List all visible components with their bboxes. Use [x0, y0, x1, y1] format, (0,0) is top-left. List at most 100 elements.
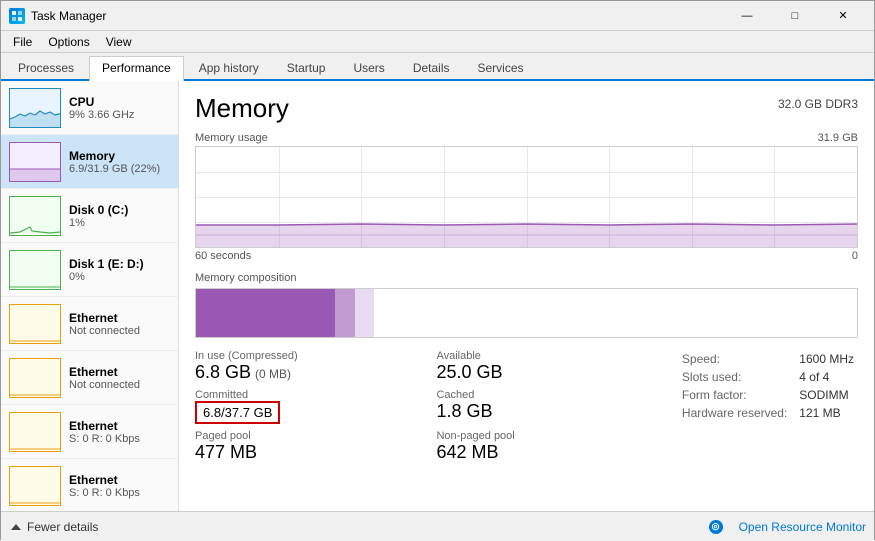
- window-title: Task Manager: [31, 9, 106, 23]
- disk1-usage: 0%: [69, 271, 144, 283]
- stat-inuse: In use (Compressed) 6.8 GB (0 MB): [195, 350, 416, 383]
- available-value: 25.0 GB: [436, 362, 657, 383]
- speed-label: Speed:: [678, 350, 795, 368]
- sidebar-item-eth2[interactable]: Ethernet Not connected: [1, 351, 178, 405]
- stats-grid: In use (Compressed) 6.8 GB (0 MB) Availa…: [195, 350, 658, 463]
- chart-label-row: Memory usage 31.9 GB: [195, 132, 858, 144]
- sidebar-item-memory[interactable]: Memory 6.9/31.9 GB (22%): [1, 135, 178, 189]
- in-use-label: In use (Compressed): [195, 350, 416, 362]
- chart-time-row: 60 seconds 0: [195, 250, 858, 262]
- comp-inuse: [196, 289, 335, 337]
- committed-label: Committed: [195, 389, 416, 401]
- content-header: Memory 32.0 GB DDR3: [195, 93, 858, 124]
- in-use-sub: (0 MB): [255, 367, 291, 381]
- eth2-sidebar-text: Ethernet Not connected: [69, 365, 140, 391]
- cpu-thumbnail: [9, 88, 61, 128]
- disk1-label: Disk 1 (E: D:): [69, 257, 144, 271]
- stat-row-form: Form factor: SODIMM: [678, 386, 858, 404]
- memory-composition-section: Memory composition: [195, 272, 858, 338]
- menu-bar: File Options View: [1, 31, 874, 53]
- tab-startup[interactable]: Startup: [274, 56, 339, 79]
- sidebar-item-disk1[interactable]: Disk 1 (E: D:) 0%: [1, 243, 178, 297]
- disk0-sidebar-text: Disk 0 (C:) 1%: [69, 203, 128, 229]
- tab-processes[interactable]: Processes: [5, 56, 87, 79]
- stat-nonpaged: Non-paged pool 642 MB: [436, 430, 657, 463]
- eth1-status: Not connected: [69, 325, 140, 337]
- tab-users[interactable]: Users: [340, 56, 397, 79]
- memory-sidebar-text: Memory 6.9/31.9 GB (22%): [69, 149, 160, 175]
- menu-file[interactable]: File: [5, 33, 40, 51]
- disk0-label: Disk 0 (C:): [69, 203, 128, 217]
- eth1-sidebar-text: Ethernet Not connected: [69, 311, 140, 337]
- tab-app-history[interactable]: App history: [186, 56, 272, 79]
- stats-container: In use (Compressed) 6.8 GB (0 MB) Availa…: [195, 350, 858, 463]
- fewer-details-button[interactable]: Fewer details: [9, 520, 98, 534]
- content-area: Memory 32.0 GB DDR3 Memory usage 31.9 GB: [179, 81, 874, 511]
- disk1-thumbnail: [9, 250, 61, 290]
- stat-row-hw: Hardware reserved: 121 MB: [678, 404, 858, 422]
- tab-details[interactable]: Details: [400, 56, 463, 79]
- right-stats: Speed: 1600 MHz Slots used: 4 of 4 Form …: [678, 350, 858, 463]
- tab-services[interactable]: Services: [465, 56, 537, 79]
- stat-committed: Committed 6.8/37.7 GB: [195, 389, 416, 424]
- sidebar-item-eth3[interactable]: Ethernet S: 0 R: 0 Kbps: [1, 405, 178, 459]
- cached-value: 1.8 GB: [436, 401, 657, 422]
- fewer-details-label: Fewer details: [27, 520, 98, 534]
- eth2-label: Ethernet: [69, 365, 140, 379]
- composition-label: Memory composition: [195, 272, 858, 284]
- committed-value: 6.8/37.7 GB: [195, 401, 280, 424]
- chart-label: Memory usage: [195, 132, 268, 144]
- title-bar: Task Manager — □ ✕: [1, 1, 874, 31]
- eth4-sidebar-text: Ethernet S: 0 R: 0 Kbps: [69, 473, 140, 499]
- disk0-thumbnail: [9, 196, 61, 236]
- sidebar: CPU 9% 3.66 GHz Memory 6.9/31.9 GB (22%): [1, 81, 179, 511]
- memory-chart-canvas: [196, 147, 857, 247]
- stat-cached: Cached 1.8 GB: [436, 389, 657, 424]
- form-label: Form factor:: [678, 386, 795, 404]
- hw-value: 121 MB: [795, 404, 858, 422]
- chart-time-left: 60 seconds: [195, 250, 251, 262]
- tab-performance[interactable]: Performance: [89, 56, 184, 81]
- comp-free: [374, 289, 857, 337]
- minimize-button[interactable]: —: [724, 1, 770, 31]
- open-resource-monitor-link[interactable]: Open Resource Monitor: [739, 520, 866, 534]
- disk0-usage: 1%: [69, 217, 128, 229]
- right-stats-table: Speed: 1600 MHz Slots used: 4 of 4 Form …: [678, 350, 858, 422]
- title-bar-controls: — □ ✕: [724, 1, 866, 31]
- memory-label: Memory: [69, 149, 160, 163]
- sidebar-item-eth1[interactable]: Ethernet Not connected: [1, 297, 178, 351]
- paged-value: 477 MB: [195, 442, 416, 463]
- available-label: Available: [436, 350, 657, 362]
- eth3-thumbnail: [9, 412, 61, 452]
- nonpaged-value: 642 MB: [436, 442, 657, 463]
- memory-thumbnail: [9, 142, 61, 182]
- eth3-sidebar-text: Ethernet S: 0 R: 0 Kbps: [69, 419, 140, 445]
- paged-label: Paged pool: [195, 430, 416, 442]
- app-icon: [9, 8, 25, 24]
- menu-view[interactable]: View: [98, 33, 140, 51]
- disk1-sidebar-text: Disk 1 (E: D:) 0%: [69, 257, 144, 283]
- sidebar-item-eth4[interactable]: Ethernet S: 0 R: 0 Kbps: [1, 459, 178, 511]
- eth3-label: Ethernet: [69, 419, 140, 433]
- menu-options[interactable]: Options: [40, 33, 97, 51]
- eth1-thumbnail: [9, 304, 61, 344]
- slots-label: Slots used:: [678, 368, 795, 386]
- hw-label: Hardware reserved:: [678, 404, 795, 422]
- eth3-status: S: 0 R: 0 Kbps: [69, 433, 140, 445]
- status-bar: Fewer details ◎ Open Resource Monitor: [1, 511, 874, 541]
- maximize-button[interactable]: □: [772, 1, 818, 31]
- monitor-icon: ◎: [709, 520, 723, 534]
- cpu-sidebar-text: CPU 9% 3.66 GHz: [69, 95, 134, 121]
- stat-paged: Paged pool 477 MB: [195, 430, 416, 463]
- sidebar-item-cpu[interactable]: CPU 9% 3.66 GHz: [1, 81, 178, 135]
- cpu-usage: 9% 3.66 GHz: [69, 109, 134, 121]
- sidebar-item-disk0[interactable]: Disk 0 (C:) 1%: [1, 189, 178, 243]
- chart-max: 31.9 GB: [818, 132, 858, 144]
- eth4-thumbnail: [9, 466, 61, 506]
- stat-row-slots: Slots used: 4 of 4: [678, 368, 858, 386]
- eth2-thumbnail: [9, 358, 61, 398]
- memory-usage: 6.9/31.9 GB (22%): [69, 163, 160, 175]
- close-button[interactable]: ✕: [820, 1, 866, 31]
- tab-bar: Processes Performance App history Startu…: [1, 53, 874, 81]
- cpu-label: CPU: [69, 95, 134, 109]
